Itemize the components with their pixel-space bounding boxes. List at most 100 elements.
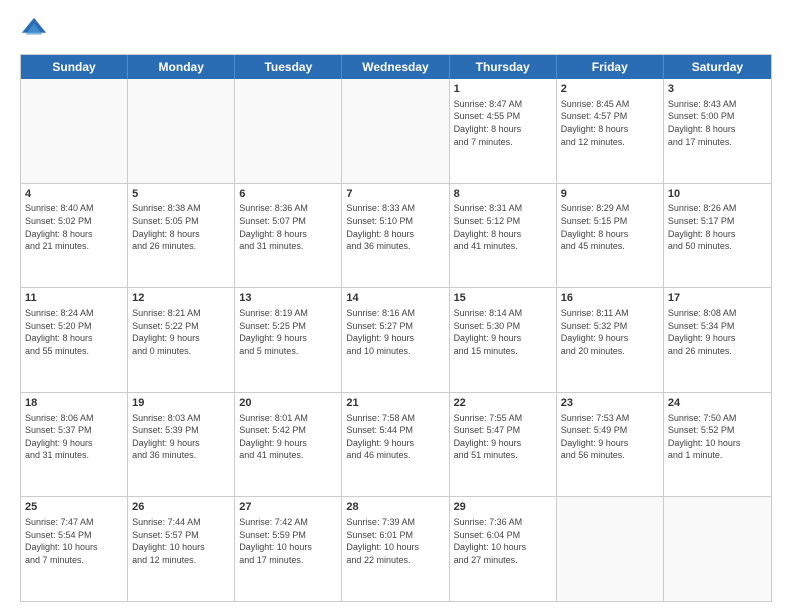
day-number: 25 <box>25 500 123 515</box>
cell-info-text: Sunrise: 7:44 AMSunset: 5:57 PMDaylight:… <box>132 516 230 566</box>
cell-info-text: Sunrise: 8:43 AMSunset: 5:00 PMDaylight:… <box>668 98 767 148</box>
cal-cell-day-2: 2Sunrise: 8:45 AMSunset: 4:57 PMDaylight… <box>557 79 664 183</box>
cal-cell-day-13: 13Sunrise: 8:19 AMSunset: 5:25 PMDayligh… <box>235 288 342 392</box>
cell-info-text: Sunrise: 7:39 AMSunset: 6:01 PMDaylight:… <box>346 516 444 566</box>
day-number: 5 <box>132 187 230 202</box>
day-number: 11 <box>25 291 123 306</box>
cal-header-saturday: Saturday <box>664 55 771 79</box>
cal-week-row-0: 1Sunrise: 8:47 AMSunset: 4:55 PMDaylight… <box>21 79 771 184</box>
logo <box>20 16 52 44</box>
cell-info-text: Sunrise: 8:06 AMSunset: 5:37 PMDaylight:… <box>25 412 123 462</box>
calendar: SundayMondayTuesdayWednesdayThursdayFrid… <box>20 54 772 602</box>
day-number: 8 <box>454 187 552 202</box>
cal-cell-day-29: 29Sunrise: 7:36 AMSunset: 6:04 PMDayligh… <box>450 497 557 601</box>
cal-cell-day-23: 23Sunrise: 7:53 AMSunset: 5:49 PMDayligh… <box>557 393 664 497</box>
day-number: 22 <box>454 396 552 411</box>
cal-cell-day-10: 10Sunrise: 8:26 AMSunset: 5:17 PMDayligh… <box>664 184 771 288</box>
day-number: 21 <box>346 396 444 411</box>
page: SundayMondayTuesdayWednesdayThursdayFrid… <box>0 0 792 612</box>
day-number: 6 <box>239 187 337 202</box>
cal-cell-day-20: 20Sunrise: 8:01 AMSunset: 5:42 PMDayligh… <box>235 393 342 497</box>
cal-cell-empty <box>557 497 664 601</box>
day-number: 12 <box>132 291 230 306</box>
cell-info-text: Sunrise: 8:14 AMSunset: 5:30 PMDaylight:… <box>454 307 552 357</box>
cal-cell-day-11: 11Sunrise: 8:24 AMSunset: 5:20 PMDayligh… <box>21 288 128 392</box>
cell-info-text: Sunrise: 8:24 AMSunset: 5:20 PMDaylight:… <box>25 307 123 357</box>
day-number: 26 <box>132 500 230 515</box>
cell-info-text: Sunrise: 8:01 AMSunset: 5:42 PMDaylight:… <box>239 412 337 462</box>
calendar-body: 1Sunrise: 8:47 AMSunset: 4:55 PMDaylight… <box>21 79 771 601</box>
day-number: 23 <box>561 396 659 411</box>
cell-info-text: Sunrise: 8:31 AMSunset: 5:12 PMDaylight:… <box>454 202 552 252</box>
cal-header-monday: Monday <box>128 55 235 79</box>
cal-week-row-3: 18Sunrise: 8:06 AMSunset: 5:37 PMDayligh… <box>21 393 771 498</box>
cal-cell-empty <box>235 79 342 183</box>
cell-info-text: Sunrise: 8:33 AMSunset: 5:10 PMDaylight:… <box>346 202 444 252</box>
day-number: 1 <box>454 82 552 97</box>
cal-header-thursday: Thursday <box>450 55 557 79</box>
cell-info-text: Sunrise: 7:42 AMSunset: 5:59 PMDaylight:… <box>239 516 337 566</box>
cell-info-text: Sunrise: 8:16 AMSunset: 5:27 PMDaylight:… <box>346 307 444 357</box>
cal-cell-day-8: 8Sunrise: 8:31 AMSunset: 5:12 PMDaylight… <box>450 184 557 288</box>
cal-cell-day-7: 7Sunrise: 8:33 AMSunset: 5:10 PMDaylight… <box>342 184 449 288</box>
cal-cell-empty <box>21 79 128 183</box>
day-number: 9 <box>561 187 659 202</box>
cell-info-text: Sunrise: 8:36 AMSunset: 5:07 PMDaylight:… <box>239 202 337 252</box>
cal-cell-day-4: 4Sunrise: 8:40 AMSunset: 5:02 PMDaylight… <box>21 184 128 288</box>
cell-info-text: Sunrise: 8:38 AMSunset: 5:05 PMDaylight:… <box>132 202 230 252</box>
cal-cell-day-14: 14Sunrise: 8:16 AMSunset: 5:27 PMDayligh… <box>342 288 449 392</box>
day-number: 4 <box>25 187 123 202</box>
cal-cell-day-25: 25Sunrise: 7:47 AMSunset: 5:54 PMDayligh… <box>21 497 128 601</box>
day-number: 10 <box>668 187 767 202</box>
cell-info-text: Sunrise: 7:53 AMSunset: 5:49 PMDaylight:… <box>561 412 659 462</box>
day-number: 2 <box>561 82 659 97</box>
cal-cell-empty <box>128 79 235 183</box>
cell-info-text: Sunrise: 8:11 AMSunset: 5:32 PMDaylight:… <box>561 307 659 357</box>
day-number: 15 <box>454 291 552 306</box>
cal-week-row-4: 25Sunrise: 7:47 AMSunset: 5:54 PMDayligh… <box>21 497 771 601</box>
cal-cell-day-27: 27Sunrise: 7:42 AMSunset: 5:59 PMDayligh… <box>235 497 342 601</box>
cell-info-text: Sunrise: 7:55 AMSunset: 5:47 PMDaylight:… <box>454 412 552 462</box>
day-number: 14 <box>346 291 444 306</box>
cal-cell-day-22: 22Sunrise: 7:55 AMSunset: 5:47 PMDayligh… <box>450 393 557 497</box>
cell-info-text: Sunrise: 7:36 AMSunset: 6:04 PMDaylight:… <box>454 516 552 566</box>
header <box>20 16 772 44</box>
cell-info-text: Sunrise: 8:03 AMSunset: 5:39 PMDaylight:… <box>132 412 230 462</box>
cal-cell-day-9: 9Sunrise: 8:29 AMSunset: 5:15 PMDaylight… <box>557 184 664 288</box>
cal-cell-day-26: 26Sunrise: 7:44 AMSunset: 5:57 PMDayligh… <box>128 497 235 601</box>
cal-header-sunday: Sunday <box>21 55 128 79</box>
cal-cell-day-5: 5Sunrise: 8:38 AMSunset: 5:05 PMDaylight… <box>128 184 235 288</box>
day-number: 16 <box>561 291 659 306</box>
cal-cell-day-17: 17Sunrise: 8:08 AMSunset: 5:34 PMDayligh… <box>664 288 771 392</box>
cell-info-text: Sunrise: 8:45 AMSunset: 4:57 PMDaylight:… <box>561 98 659 148</box>
cal-cell-day-6: 6Sunrise: 8:36 AMSunset: 5:07 PMDaylight… <box>235 184 342 288</box>
cal-cell-day-16: 16Sunrise: 8:11 AMSunset: 5:32 PMDayligh… <box>557 288 664 392</box>
cell-info-text: Sunrise: 8:40 AMSunset: 5:02 PMDaylight:… <box>25 202 123 252</box>
day-number: 28 <box>346 500 444 515</box>
cell-info-text: Sunrise: 8:19 AMSunset: 5:25 PMDaylight:… <box>239 307 337 357</box>
cell-info-text: Sunrise: 8:29 AMSunset: 5:15 PMDaylight:… <box>561 202 659 252</box>
cell-info-text: Sunrise: 7:47 AMSunset: 5:54 PMDaylight:… <box>25 516 123 566</box>
cal-cell-day-24: 24Sunrise: 7:50 AMSunset: 5:52 PMDayligh… <box>664 393 771 497</box>
day-number: 27 <box>239 500 337 515</box>
cal-week-row-1: 4Sunrise: 8:40 AMSunset: 5:02 PMDaylight… <box>21 184 771 289</box>
cal-cell-day-1: 1Sunrise: 8:47 AMSunset: 4:55 PMDaylight… <box>450 79 557 183</box>
cell-info-text: Sunrise: 8:21 AMSunset: 5:22 PMDaylight:… <box>132 307 230 357</box>
cal-header-tuesday: Tuesday <box>235 55 342 79</box>
cal-cell-day-18: 18Sunrise: 8:06 AMSunset: 5:37 PMDayligh… <box>21 393 128 497</box>
cal-week-row-2: 11Sunrise: 8:24 AMSunset: 5:20 PMDayligh… <box>21 288 771 393</box>
day-number: 20 <box>239 396 337 411</box>
cal-cell-day-21: 21Sunrise: 7:58 AMSunset: 5:44 PMDayligh… <box>342 393 449 497</box>
cell-info-text: Sunrise: 8:08 AMSunset: 5:34 PMDaylight:… <box>668 307 767 357</box>
day-number: 7 <box>346 187 444 202</box>
cal-header-friday: Friday <box>557 55 664 79</box>
day-number: 13 <box>239 291 337 306</box>
cell-info-text: Sunrise: 7:58 AMSunset: 5:44 PMDaylight:… <box>346 412 444 462</box>
day-number: 17 <box>668 291 767 306</box>
day-number: 19 <box>132 396 230 411</box>
cal-cell-empty <box>342 79 449 183</box>
cal-cell-day-12: 12Sunrise: 8:21 AMSunset: 5:22 PMDayligh… <box>128 288 235 392</box>
day-number: 18 <box>25 396 123 411</box>
day-number: 3 <box>668 82 767 97</box>
day-number: 24 <box>668 396 767 411</box>
